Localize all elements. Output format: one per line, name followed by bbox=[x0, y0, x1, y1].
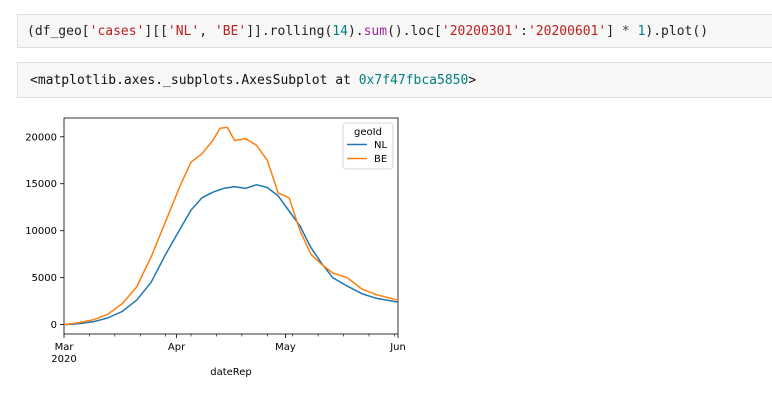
code-input-cell[interactable]: (df_geo['cases'][['NL', 'BE']].rolling(1… bbox=[17, 14, 772, 48]
plot-output: 0 5000 10000 15000 20000 Mar 2020 Apr May Jun date… bbox=[0, 110, 420, 401]
code-token: ().loc[ bbox=[387, 24, 442, 39]
output-prefix: <matplotlib.axes._subplots.AxesSubplot a… bbox=[30, 73, 359, 88]
x-axis-label: dateRep bbox=[210, 367, 252, 378]
code-token: * bbox=[621, 24, 630, 39]
code-token: 'cases' bbox=[89, 24, 145, 39]
x-tick-sublabel: 2020 bbox=[51, 354, 76, 365]
code-token: ]].rolling( bbox=[246, 24, 333, 39]
code-token: (df_geo[ bbox=[27, 24, 90, 39]
code-token: ).plot() bbox=[645, 24, 709, 39]
y-tick-label: 15000 bbox=[25, 179, 57, 190]
y-tick-label: 10000 bbox=[25, 226, 57, 237]
code-token: sum bbox=[363, 24, 388, 39]
x-tick-label: Jun bbox=[389, 342, 406, 353]
y-tick-label: 0 bbox=[51, 320, 57, 331]
legend-label-be: BE bbox=[374, 154, 387, 165]
code-token: ][[ bbox=[144, 24, 168, 39]
code-token: '20200301' bbox=[441, 24, 521, 39]
x-tick-label: Mar bbox=[55, 342, 75, 353]
code-token: : bbox=[520, 24, 528, 39]
output-suffix: > bbox=[468, 73, 477, 88]
y-tick-label: 20000 bbox=[25, 132, 57, 143]
code-token: , bbox=[199, 24, 215, 39]
code-token: 'BE' bbox=[214, 24, 247, 39]
legend-label-nl: NL bbox=[374, 140, 387, 151]
code-token: ). bbox=[347, 24, 364, 39]
code-line: (df_geo['cases'][['NL', 'BE']].rolling(1… bbox=[27, 24, 708, 39]
x-tick-label: Apr bbox=[168, 342, 186, 353]
x-tick-label: May bbox=[275, 342, 296, 353]
line-chart: 0 5000 10000 15000 20000 Mar2020 Apr May Jun date… bbox=[25, 117, 406, 378]
code-output-cell: <matplotlib.axes._subplots.AxesSubplot a… bbox=[17, 62, 772, 98]
output-address: 0x7f47fbca5850 bbox=[358, 73, 469, 88]
code-token: '20200601' bbox=[527, 24, 607, 39]
code-token: 14 bbox=[332, 24, 348, 39]
legend-title: geoId bbox=[354, 127, 382, 138]
y-tick-label: 5000 bbox=[32, 273, 57, 284]
code-token: 'NL' bbox=[167, 24, 200, 39]
code-token: ] bbox=[606, 24, 622, 39]
